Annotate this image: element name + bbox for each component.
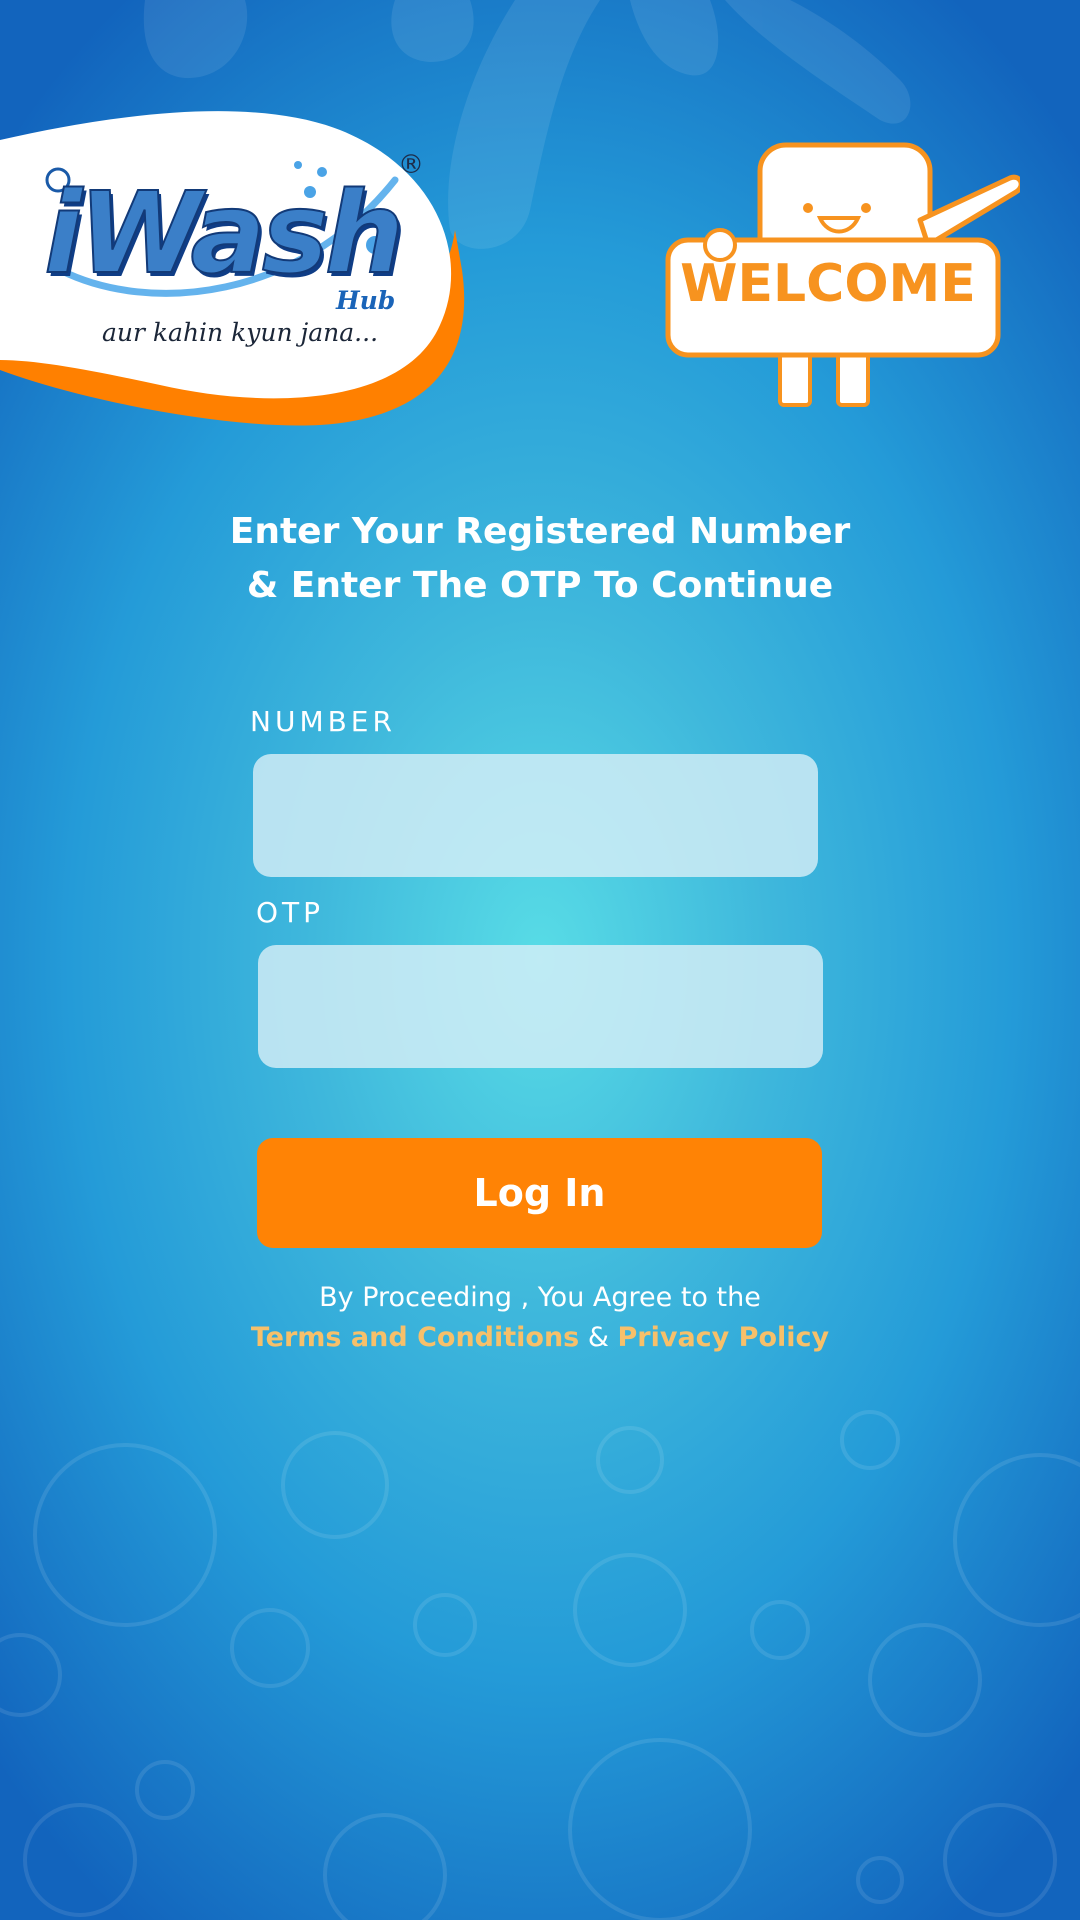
number-input[interactable]	[253, 754, 818, 877]
instruction-heading: Enter Your Registered Number & Enter The…	[140, 505, 940, 613]
welcome-sign-text: WELCOME	[680, 254, 976, 314]
privacy-link[interactable]: Privacy Policy	[618, 1322, 830, 1353]
agreement-links-line: Terms and Conditions & Privacy Policy	[140, 1318, 940, 1358]
heading-line-2: & Enter The OTP To Continue	[246, 565, 834, 606]
welcome-mascot: WELCOME	[660, 140, 1020, 420]
logo-tagline: aur kahin kyun jana...	[102, 318, 379, 347]
agreement-text: By Proceeding , You Agree to the Terms a…	[140, 1278, 940, 1358]
terms-link[interactable]: Terms and Conditions	[251, 1322, 579, 1353]
heading-line-1: Enter Your Registered Number	[229, 511, 851, 552]
login-button[interactable]: Log In	[257, 1138, 822, 1248]
logo-wordmark: iWash	[43, 169, 405, 299]
registered-mark: ®	[398, 150, 424, 180]
brand-logo: iWash ® Hub aur kahin kyun jana...	[0, 110, 470, 440]
number-label: NUMBER	[250, 705, 396, 738]
otp-label: OTP	[256, 896, 325, 929]
otp-input[interactable]	[258, 945, 823, 1068]
agreement-joiner: &	[587, 1322, 609, 1353]
bubbles-pattern	[0, 1410, 1080, 1920]
agreement-prefix: By Proceeding , You Agree to the	[319, 1282, 761, 1313]
logo-hub-text: Hub	[336, 286, 396, 315]
